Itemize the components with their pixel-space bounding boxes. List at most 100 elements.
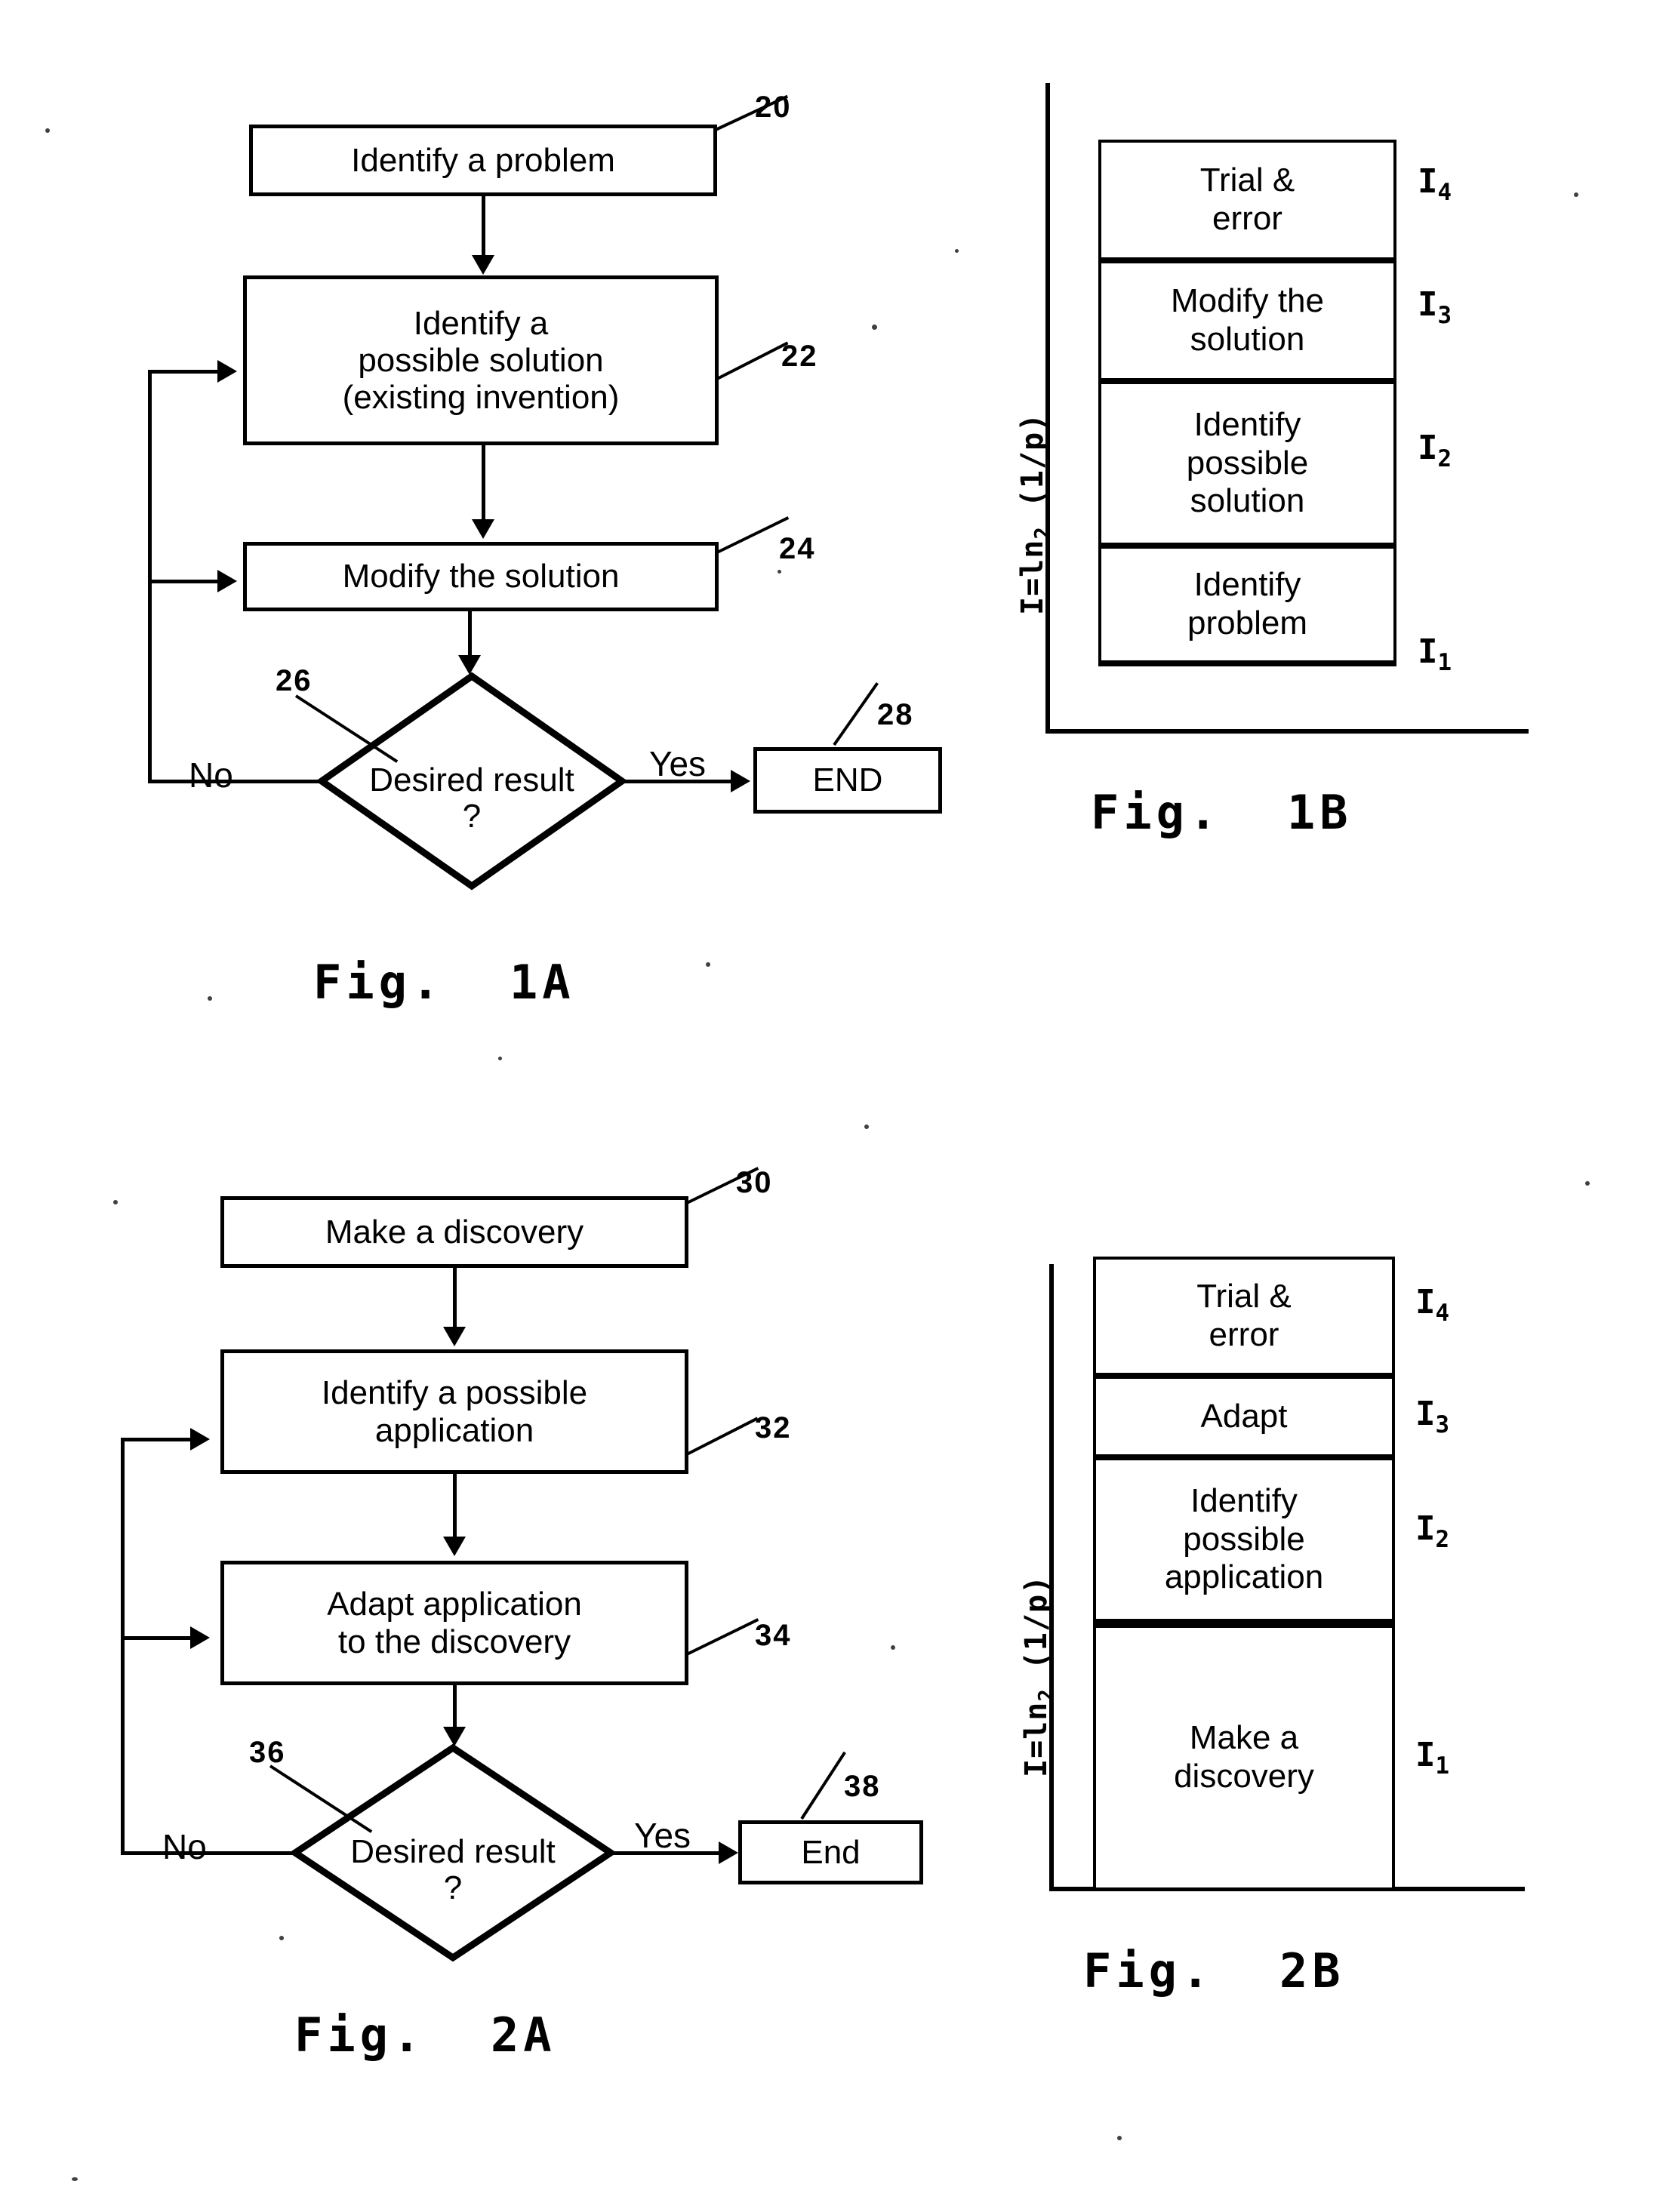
feedback-to-22-horizontal [148,370,220,374]
bar-cell-marker-i3: I3 [1418,285,1452,329]
ref-number-26: 26 [276,664,313,697]
no-branch-vertical-2 [121,1438,125,1854]
bar-cell-label-line2: possible [1183,1520,1305,1558]
scan-speck [498,1057,502,1060]
arrowhead-feedback-to-24 [217,570,237,592]
bar-cell-label-line2: problem [1187,605,1307,641]
arrowhead-feedback-to-32 [190,1428,210,1451]
marker-symbol: I [1415,1509,1436,1548]
arrowhead-22-to-24 [472,519,494,539]
bar-cell-label-line1: Make a [1189,1719,1299,1757]
node-label: Make a discovery [325,1213,584,1251]
arrowhead-32-to-34 [443,1537,466,1556]
bar-cell-label-line2: discovery [1174,1758,1314,1795]
feedback-to-24-horizontal [148,580,220,583]
bar-cell-label-line1: Identify [1190,1482,1298,1520]
edge-label-yes: Yes [649,744,707,783]
patent-drawing-sheet: Identify a problem 20 Identify a possibl… [0,0,1672,2212]
decision-label-line2: result [493,761,574,798]
node-end: END [753,747,942,814]
arrowhead-feedback-to-22 [217,360,237,383]
decision-label-line3: ? [443,1869,463,1907]
node-modify-the-solution: Modify the solution [243,542,719,611]
bar-cell-label-line2: solution [1190,321,1305,358]
edge-label-no-2: No [162,1827,207,1866]
caption-fig-2b: Fig. 2B [1083,1943,1345,1998]
bar-cell-marker-i2-2: I2 [1415,1509,1449,1553]
no-branch-horizontal-2 [121,1851,296,1855]
marker-symbol: I [1415,1283,1436,1321]
ref-number-34: 34 [755,1619,792,1652]
arrowhead-20-to-22 [472,255,494,275]
node-identify-possible-application: Identify a possible application [220,1349,688,1474]
bar-cell-label-line1: Modify the [1171,282,1324,320]
scan-speck [1117,2136,1122,2140]
leader-34 [686,1618,759,1656]
caption-fig-1b: Fig. 1B [1091,785,1353,840]
leader-22 [716,341,789,380]
axis-label-prefix: I=ln [1019,1701,1054,1777]
bar-cell-identify-possible-solution: Identify possible solution [1098,381,1396,546]
bar-cell-label-line3: application [1164,1558,1324,1596]
marker-subscript: 3 [1437,301,1452,329]
connector-22-to-24 [482,445,485,528]
caption-fig-1a: Fig. 1A [313,955,575,1010]
decision-label-2: Desired result ? [340,1833,566,1907]
node-label-line1: Identify a possible [321,1374,588,1412]
ref-number-28: 28 [877,698,914,731]
node-adapt-application: Adapt application to the discovery [220,1561,688,1685]
scan-speck [872,325,877,330]
node-label-line1: Identify a [413,304,549,342]
bar-cell-label-line1: Adapt [1200,1397,1288,1435]
bar-cell-label-line2: error [1212,200,1282,237]
decision-label: Desired result ? [362,761,581,835]
axis-label-suffix: (1/p) [1015,412,1050,527]
scan-speck [706,962,710,967]
axis-label-information-2: I=ln2 (1/p) [1019,1575,1058,1777]
node-make-a-discovery: Make a discovery [220,1196,688,1268]
bar-cell-label-line1: Identify [1193,566,1301,604]
bar-cell-label-line3: solution [1190,482,1305,520]
marker-symbol: I [1418,429,1438,467]
axis-label-base: 2 [1035,1688,1058,1702]
arrowhead-feedback-to-34 [190,1626,210,1649]
bar-cell-label-line1: Trial & [1196,1278,1292,1315]
scan-speck [955,249,959,253]
scan-speck [72,2177,78,2181]
bar-cell-marker-i3-2: I3 [1415,1395,1449,1438]
bar-cell-label-line2: possible [1186,444,1309,481]
node-end-2: End [738,1820,923,1884]
edge-label-yes-2: Yes [634,1816,691,1855]
node-label-line2: to the discovery [337,1623,571,1660]
node-label-line1: Adapt application [327,1586,582,1623]
bar-cell-trial-and-error: Trial & error [1098,140,1396,260]
feedback-to-32-horizontal [121,1438,192,1441]
axis-label-information: I=ln2 (1/p) [1015,413,1055,615]
scan-speck [1574,192,1578,197]
arrowhead-yes-branch-2 [719,1841,738,1864]
bar-cell-marker-i1: I1 [1418,632,1452,676]
marker-symbol: I [1418,162,1438,201]
scan-speck [113,1200,118,1204]
marker-subscript: 4 [1435,1299,1450,1327]
bar-cell-label-line2: error [1209,1316,1279,1353]
decision-label-line1: Desired [369,761,484,798]
bar-cell-modify-the-solution: Modify the solution [1098,260,1396,381]
ref-number-22: 22 [781,340,818,373]
marker-symbol: I [1418,632,1438,671]
marker-subscript: 3 [1435,1411,1450,1438]
axis-label-base: 2 [1031,526,1055,540]
node-identify-possible-solution: Identify a possible solution (existing i… [243,275,719,445]
bar-cell-trial-and-error-2: Trial & error [1093,1257,1395,1376]
ref-number-30: 30 [736,1166,773,1199]
scan-speck [1585,1181,1590,1186]
ref-number-24: 24 [779,532,816,565]
scan-speck [891,1645,895,1650]
marker-subscript: 2 [1435,1525,1450,1553]
node-label: End [801,1833,861,1871]
ref-number-36: 36 [249,1736,286,1769]
scan-speck [208,996,212,1001]
decision-label-line2: result [474,1833,556,1870]
bar-cell-label-line1: Trial & [1199,162,1295,199]
feedback-to-34-horizontal [121,1636,192,1640]
